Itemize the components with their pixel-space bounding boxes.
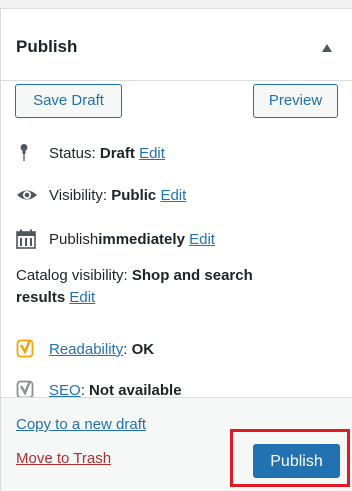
pin-icon — [16, 143, 38, 163]
visibility-value: Public — [111, 186, 157, 204]
collapse-toggle-icon[interactable] — [322, 44, 332, 52]
status-value: Draft — [99, 144, 135, 162]
seo-sep: : — [80, 381, 90, 399]
visibility-edit-link[interactable]: Edit — [160, 187, 186, 204]
readability-row: Readability: OK — [16, 339, 154, 359]
publish-time-row: Publish immediately Edit — [16, 229, 215, 249]
catalog-visibility: Catalog visibility: Shop and search resu… — [16, 265, 326, 309]
publish-time-value: immediately — [98, 230, 185, 248]
readability-sep: : — [123, 340, 132, 358]
publish-time-label: Publish — [49, 230, 99, 248]
visibility-label: Visibility: — [49, 186, 108, 204]
preview-button[interactable]: Preview — [253, 84, 338, 118]
status-row: Status: Draft Edit — [16, 143, 165, 163]
status-label: Status: — [49, 144, 96, 162]
major-publishing-actions: Copy to a new draft Move to Trash Publis… — [1, 397, 352, 491]
seo-link[interactable]: SEO — [49, 382, 81, 399]
move-to-trash-link[interactable]: Move to Trash — [16, 450, 111, 467]
publish-button[interactable]: Publish — [253, 444, 340, 478]
seo-value: Not available — [89, 381, 182, 399]
eye-icon — [16, 185, 38, 205]
readability-value: OK — [131, 340, 155, 358]
readability-link[interactable]: Readability — [49, 341, 123, 358]
top-strip — [0, 0, 352, 9]
status-edit-link[interactable]: Edit — [139, 145, 165, 162]
copy-to-draft-link[interactable]: Copy to a new draft — [16, 416, 146, 433]
save-draft-button[interactable]: Save Draft — [15, 84, 122, 118]
visibility-row: Visibility: Public Edit — [16, 185, 186, 205]
catalog-edit-link[interactable]: Edit — [69, 289, 95, 306]
panel-header: Publish — [1, 9, 352, 81]
calendar-icon — [16, 229, 38, 249]
panel-title: Publish — [16, 37, 78, 56]
yoast-readability-icon — [16, 339, 38, 359]
publish-panel: Publish Save Draft Preview Status: Draft… — [0, 9, 352, 491]
catalog-label: Catalog visibility: — [16, 267, 132, 284]
publish-time-edit-link[interactable]: Edit — [189, 231, 215, 248]
